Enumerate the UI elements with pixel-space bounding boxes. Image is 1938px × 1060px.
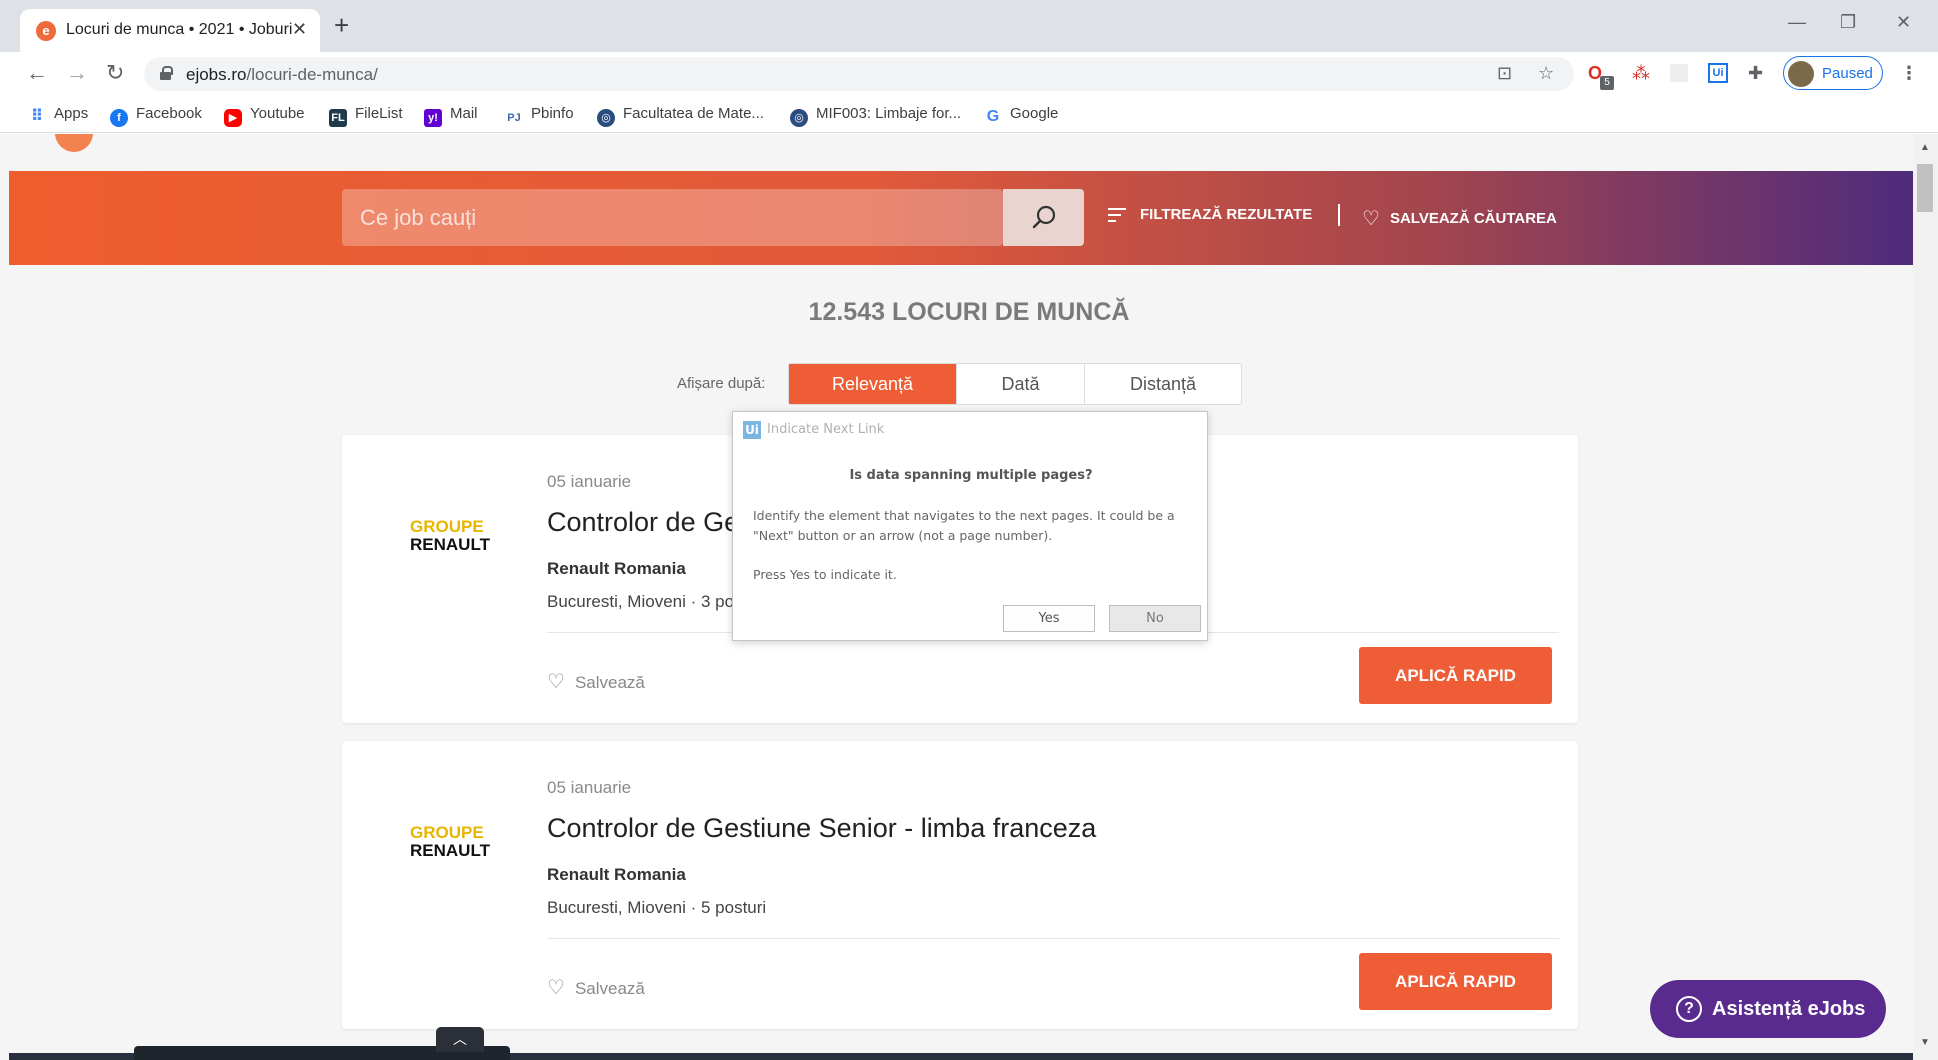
help-icon: ?	[1676, 996, 1702, 1022]
sort-relevance-button[interactable]: Relevanță	[789, 364, 957, 404]
extensions-puzzle-icon[interactable]: ✚	[1748, 63, 1763, 84]
scroll-up-arrow-icon[interactable]: ▲	[1920, 142, 1930, 153]
filter-results-button[interactable]: FILTREAZĂ REZULTATE	[1108, 206, 1312, 223]
card-divider	[547, 938, 1559, 939]
blank-extension-icon[interactable]	[1670, 64, 1688, 82]
dialog-description: Identify the element that navigates to t…	[753, 508, 1175, 543]
bookmark-pbinfo[interactable]: PJ Pbinfo	[505, 105, 573, 127]
yes-button[interactable]: Yes	[1003, 605, 1095, 632]
ejobs-favicon-icon: e	[36, 21, 56, 41]
heart-icon: ♡	[547, 671, 565, 693]
ejobs-logo-icon[interactable]	[55, 134, 93, 152]
window-close-icon[interactable]: ✕	[1896, 12, 1911, 33]
sort-date-button[interactable]: Dată	[957, 364, 1085, 404]
company-name[interactable]: Renault Romania	[547, 559, 686, 579]
youtube-icon: ▶	[224, 109, 242, 127]
forward-arrow-icon[interactable]: →	[66, 60, 88, 86]
facebook-icon: f	[110, 109, 128, 127]
bookmark-google[interactable]: G Google	[984, 105, 1059, 126]
profile-button[interactable]: Paused	[1783, 56, 1883, 90]
university-icon: ◎	[597, 109, 615, 127]
quick-apply-button[interactable]: APLICĂ RAPID	[1359, 953, 1552, 1010]
company-logo: GROUPE RENAULT	[410, 823, 490, 860]
reload-icon[interactable]: ↻	[106, 60, 124, 86]
page-scrollbar[interactable]: ▲ ▼	[1913, 134, 1938, 1060]
browser-toolbar: ← → ↻ ejobs.ro/locuri-de-munca/ ⊡ ☆ O 5 …	[0, 52, 1938, 96]
sort-label: Afișare după:	[677, 375, 766, 392]
browser-tab[interactable]: e Locuri de munca • 2021 • Joburi ✕	[20, 9, 320, 52]
no-button[interactable]: No	[1109, 605, 1201, 632]
search-box	[342, 189, 1003, 246]
dialog-header: Ui Indicate Next Link	[733, 412, 1207, 440]
lastpass-extension-icon[interactable]: ⁂	[1632, 63, 1650, 84]
sort-distance-button[interactable]: Distanță	[1085, 364, 1241, 404]
bookmark-facebook[interactable]: f Facebook	[110, 105, 202, 127]
new-tab-button[interactable]: +	[334, 12, 349, 38]
restore-icon[interactable]: ❐	[1840, 12, 1856, 33]
minimize-icon[interactable]: —	[1788, 12, 1806, 33]
company-name[interactable]: Renault Romania	[547, 865, 686, 885]
bookmark-mif003[interactable]: ◎ MIF003: Limbaje for...	[790, 105, 961, 127]
filter-lines-icon	[1108, 208, 1126, 223]
bookmark-apps[interactable]: ⠿ Apps	[28, 105, 88, 126]
job-card[interactable]: GROUPE RENAULT 05 ianuarie Controlor de …	[342, 741, 1578, 1029]
browser-tab-strip: e Locuri de munca • 2021 • Joburi ✕ + — …	[0, 0, 1938, 52]
search-button[interactable]	[1003, 189, 1084, 246]
bookmark-filelist[interactable]: FL FileList	[329, 105, 403, 127]
heart-icon: ♡	[1362, 208, 1380, 230]
translate-icon[interactable]: ⊡	[1497, 63, 1512, 84]
tab-title: Locuri de munca • 2021 • Joburi	[66, 21, 293, 38]
bookmark-youtube[interactable]: ▶ Youtube	[224, 105, 305, 127]
filelist-icon: FL	[329, 109, 347, 127]
quick-apply-button[interactable]: APLICĂ RAPID	[1359, 647, 1552, 704]
scrollbar-thumb[interactable]	[1917, 164, 1933, 212]
tab-close-icon[interactable]: ✕	[292, 19, 307, 40]
menu-kebab-icon[interactable]: ⋮	[1900, 63, 1918, 84]
bookmark-star-icon[interactable]: ☆	[1538, 63, 1554, 84]
assistance-button[interactable]: ? Asistență eJobs	[1650, 980, 1886, 1038]
bookmarks-bar: ⠿ Apps f Facebook ▶ Youtube FL FileList y! Ma…	[0, 96, 1938, 133]
pbinfo-icon: PJ	[507, 112, 521, 124]
search-icon	[1032, 205, 1056, 229]
extension-badge: 5	[1600, 76, 1614, 90]
university-icon: ◎	[790, 109, 808, 127]
sort-toggle: Relevanță Dată Distanță	[788, 363, 1242, 405]
lock-icon	[160, 66, 173, 80]
url-text: ejobs.ro/locuri-de-munca/	[186, 65, 378, 84]
search-input[interactable]	[342, 189, 1003, 246]
indicate-next-link-dialog: Ui Indicate Next Link Is data spanning m…	[732, 411, 1208, 641]
header-divider	[1338, 204, 1340, 226]
uipath-logo-icon: Ui	[743, 421, 761, 439]
apps-grid-icon: ⠿	[30, 108, 44, 125]
back-arrow-icon[interactable]: ←	[26, 60, 48, 86]
profile-status: Paused	[1822, 65, 1873, 82]
dialog-title: Indicate Next Link	[767, 422, 885, 437]
save-job-button[interactable]: ♡ Salvează	[547, 669, 645, 694]
save-search-button[interactable]: ♡ SALVEAZĂ CĂUTAREA	[1362, 206, 1557, 231]
job-date: 05 ianuarie	[547, 472, 632, 491]
expand-panel-chevron-icon[interactable]: ︿	[436, 1027, 484, 1052]
job-date: 05 ianuarie	[547, 778, 632, 797]
bookmark-facultatea[interactable]: ◎ Facultatea de Mate...	[597, 105, 764, 127]
company-logo: GROUPE RENAULT	[410, 517, 490, 554]
avatar	[1788, 61, 1814, 87]
yahoo-mail-icon: y!	[424, 109, 442, 127]
dialog-instruction: Press Yes to indicate it.	[753, 567, 897, 582]
bookmark-mail[interactable]: y! Mail	[424, 105, 478, 127]
job-title-link[interactable]: Controlor de Gestiune Senior - limba fra…	[547, 813, 1096, 844]
save-job-button[interactable]: ♡ Salvează	[547, 975, 645, 1000]
google-icon: G	[986, 108, 1000, 125]
heart-icon: ♡	[547, 977, 565, 999]
job-location: Bucuresti, Mioveni · 5 posturi	[547, 898, 767, 917]
dialog-question: Is data spanning multiple pages?	[849, 468, 1093, 483]
address-bar[interactable]: ejobs.ro/locuri-de-munca/	[144, 57, 1574, 91]
uipath-extension-icon[interactable]: Ui	[1708, 63, 1728, 83]
scroll-down-arrow-icon[interactable]: ▼	[1920, 1037, 1930, 1048]
results-count: 12.543 LOCURI DE MUNCĂ	[808, 298, 1130, 326]
